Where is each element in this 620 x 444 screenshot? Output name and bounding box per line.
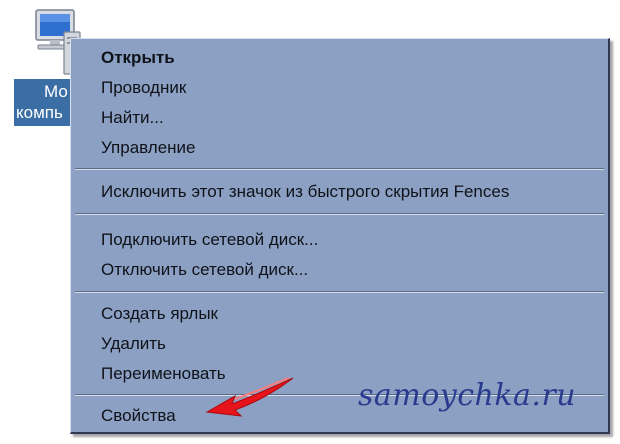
menu-item-manage[interactable]: Управление xyxy=(101,135,196,161)
context-menu: Открыть Проводник Найти... Управление Ис… xyxy=(70,38,610,434)
menu-item-disconnect-network-drive[interactable]: Отключить сетевой диск... xyxy=(101,257,308,283)
menu-item-properties[interactable]: Свойства xyxy=(101,403,176,429)
menu-item-find[interactable]: Найти... xyxy=(101,105,164,131)
menu-separator xyxy=(75,213,604,215)
watermark: samoychka.ru xyxy=(358,378,577,413)
red-arrow-icon xyxy=(205,377,294,417)
menu-separator xyxy=(75,168,604,170)
menu-item-explorer[interactable]: Проводник xyxy=(101,75,186,101)
menu-item-open[interactable]: Открыть xyxy=(101,45,175,71)
menu-item-delete[interactable]: Удалить xyxy=(101,331,166,357)
menu-item-map-network-drive[interactable]: Подключить сетевой диск... xyxy=(101,227,318,253)
menu-item-exclude-fences[interactable]: Исключить этот значок из быстрого скрыти… xyxy=(101,179,509,205)
menu-item-create-shortcut[interactable]: Создать ярлык xyxy=(101,301,218,327)
menu-separator xyxy=(75,291,604,293)
